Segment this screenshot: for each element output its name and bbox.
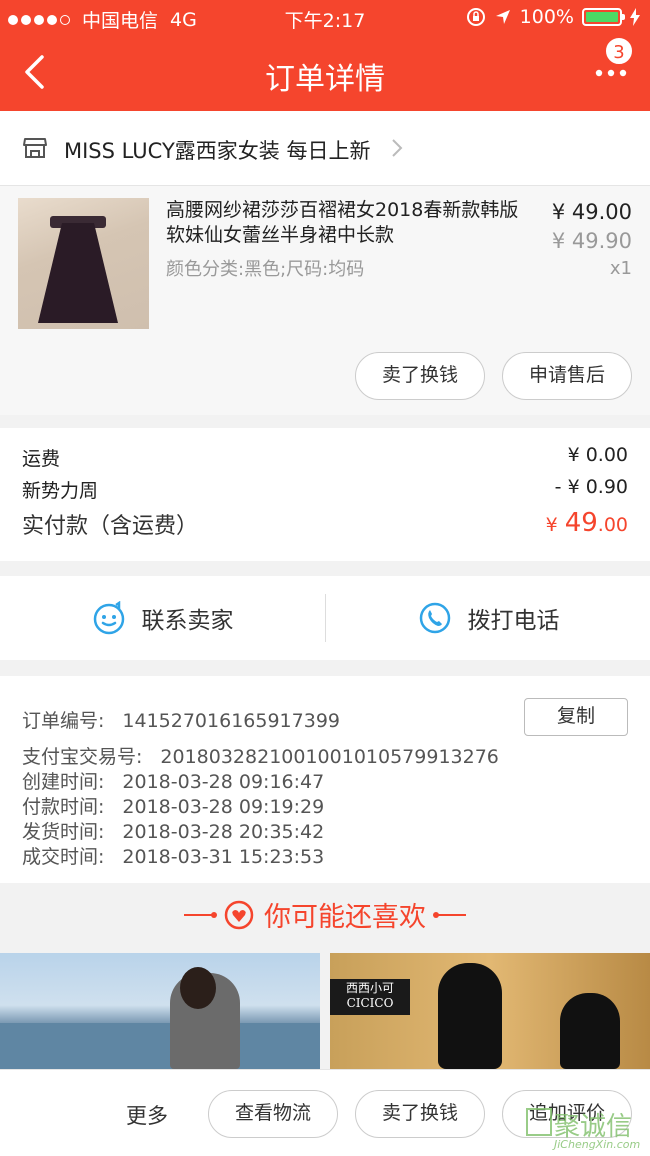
view-logistics-button[interactable]: 查看物流 <box>208 1090 338 1138</box>
completed-time-row: 成交时间: 2018-03-31 15:23:53 <box>22 846 325 868</box>
call-phone-label: 拨打电话 <box>467 608 560 634</box>
resell-button[interactable]: 卖了换钱 <box>355 352 485 400</box>
location-icon <box>495 10 510 24</box>
call-phone-button[interactable]: 拨打电话 <box>326 576 650 660</box>
recommend-item-image[interactable]: 西西小可 CICICO <box>330 953 650 1069</box>
battery-percent: 100% <box>519 6 574 28</box>
fee-summary: 运费 ¥ 0.00 新势力周 - ¥ 0.90 实付款（含运费） ¥ 49.00 <box>0 428 650 561</box>
total-value: ¥ 49.00 <box>545 508 628 538</box>
product-price: ¥ 49.00 <box>551 200 632 224</box>
brand-logo: 西西小可 CICICO <box>330 979 410 1015</box>
app-header: 中国电信 4G 下午2:17 100% 订单详情 3 <box>0 0 650 111</box>
discount-value: - ¥ 0.90 <box>554 476 628 498</box>
alipay-number-row: 支付宝交易号: 2018032821001001010579913276 <box>22 746 499 768</box>
product-quantity: x1 <box>609 258 632 279</box>
more-button[interactable]: 更多 <box>126 1100 168 1130</box>
product-name: 高腰网纱裙莎莎百褶裙女2018春新款韩版软妹仙女蕾丝半身裙中长款 <box>166 199 519 246</box>
after-sale-button[interactable]: 申请售后 <box>502 352 632 400</box>
contact-seller-button[interactable]: 联系卖家 <box>0 576 325 660</box>
product-card[interactable]: 高腰网纱裙莎莎百褶裙女2018春新款韩版软妹仙女蕾丝半身裙中长款 颜色分类:黑色… <box>0 186 650 415</box>
shipping-value: ¥ 0.00 <box>567 444 628 466</box>
notification-badge: 3 <box>604 36 634 66</box>
rotation-lock-icon <box>466 8 485 26</box>
total-row: 实付款（含运费） ¥ 49.00 <box>22 508 628 540</box>
chevron-right-icon <box>392 139 403 157</box>
battery-icon <box>582 8 625 26</box>
recommend-header: 你可能还喜欢 <box>0 883 650 953</box>
copy-button[interactable]: 复制 <box>524 698 628 736</box>
product-image[interactable] <box>18 198 149 329</box>
order-number-row: 订单编号: 141527016165917399 <box>22 710 340 732</box>
total-label: 实付款（含运费） <box>22 514 199 539</box>
watermark-icon <box>526 1108 552 1136</box>
store-icon <box>23 138 47 158</box>
shop-name: MISS LUCY露西家女装 每日上新 <box>64 139 371 163</box>
resell-bottom-button[interactable]: 卖了换钱 <box>355 1090 485 1138</box>
charging-icon <box>630 8 640 26</box>
paid-time-row: 付款时间: 2018-03-28 09:19:29 <box>22 796 325 818</box>
recommend-title: 你可能还喜欢 <box>264 902 426 933</box>
contact-seller-label: 联系卖家 <box>141 608 234 634</box>
contact-bar: 联系卖家 拨打电话 <box>0 576 650 660</box>
product-original-price: ¥ 49.90 <box>551 229 632 253</box>
status-bar: 中国电信 4G 下午2:17 100% <box>0 0 650 36</box>
shipping-row: 运费 ¥ 0.00 <box>22 444 628 471</box>
created-time-row: 创建时间: 2018-03-28 09:16:47 <box>22 771 325 793</box>
heart-icon <box>224 900 254 929</box>
shipping-label: 运费 <box>22 448 61 470</box>
recommend-item-image[interactable] <box>0 953 320 1069</box>
watermark: 聚诚信 JiChengXin.com <box>526 1104 646 1154</box>
discount-row: 新势力周 - ¥ 0.90 <box>22 476 628 503</box>
page-title: 订单详情 <box>265 62 385 97</box>
chat-icon <box>93 601 124 635</box>
decor-line <box>433 911 466 918</box>
order-info: 订单编号: 141527016165917399 复制 支付宝交易号: 201803… <box>0 676 650 883</box>
shipped-time-row: 发货时间: 2018-03-28 20:35:42 <box>22 821 325 843</box>
shop-row[interactable]: MISS LUCY露西家女装 每日上新 <box>0 111 650 186</box>
decor-line <box>184 911 217 918</box>
discount-label: 新势力周 <box>22 480 99 502</box>
phone-icon <box>419 602 450 634</box>
product-spec: 颜色分类:黑色;尺码:均码 <box>166 259 365 280</box>
